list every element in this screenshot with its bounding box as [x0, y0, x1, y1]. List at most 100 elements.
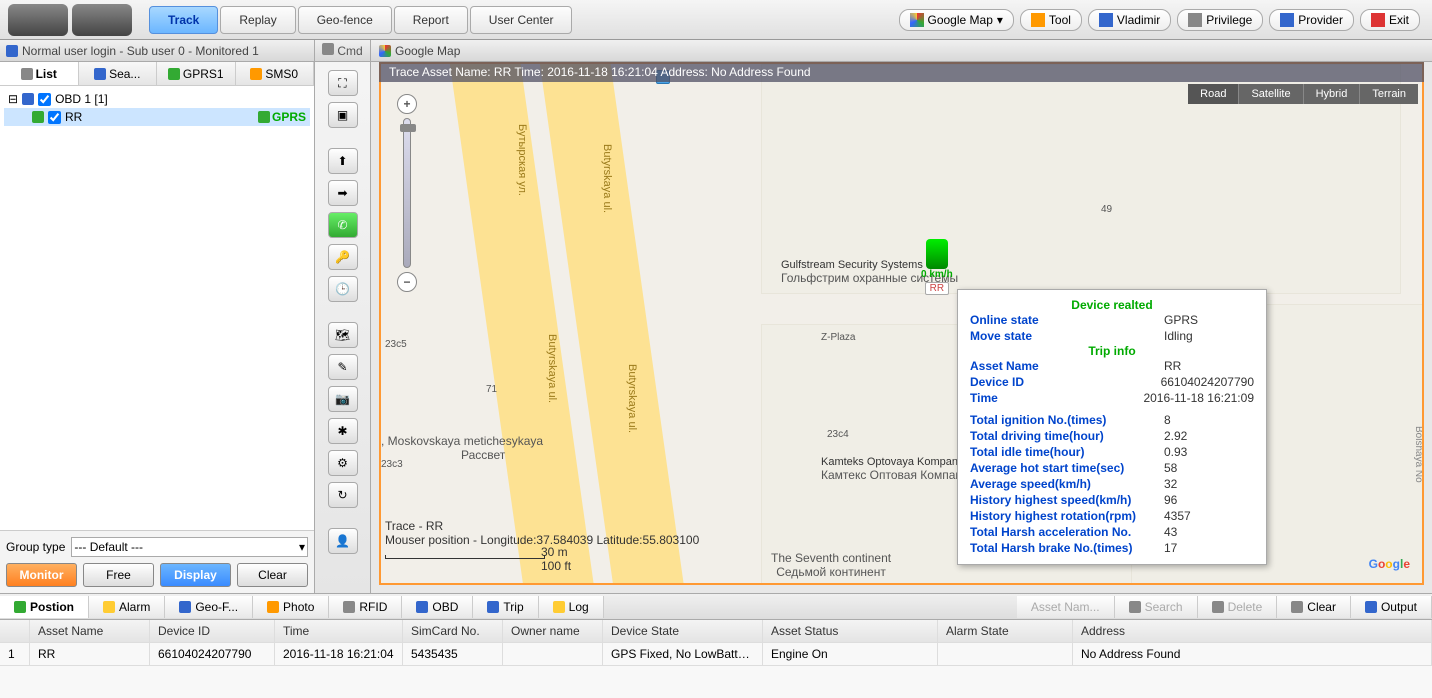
online-state-value: GPRS	[1164, 313, 1254, 327]
asset-checkbox[interactable]	[48, 111, 61, 124]
bottom-tab-trip[interactable]: Trip	[473, 596, 538, 618]
map-type-hybrid[interactable]: Hybrid	[1304, 84, 1361, 104]
alarm-tab-label: Alarm	[119, 600, 150, 614]
idle-time-value: 0.93	[1164, 445, 1254, 459]
popup-section-trip: Trip info	[970, 344, 1254, 358]
col-device-state[interactable]: Device State	[603, 620, 763, 642]
position-icon	[14, 601, 26, 613]
provider-button[interactable]: Provider	[1269, 9, 1354, 31]
trip-tab-label: Trip	[503, 600, 523, 614]
left-tab-sms[interactable]: SMS0	[236, 62, 315, 85]
col-simcard[interactable]: SimCard No.	[403, 620, 503, 642]
cmd-key-icon[interactable]: 🔑	[328, 244, 358, 270]
online-state-label: Online state	[970, 313, 1164, 327]
cmd-upload-icon[interactable]: ⬆	[328, 148, 358, 174]
col-address[interactable]: Address	[1073, 620, 1432, 642]
tab-track[interactable]: Track	[149, 6, 218, 34]
chevron-down-icon: ▾	[299, 540, 305, 554]
tool-icon	[1031, 13, 1045, 27]
cmd-camera-icon[interactable]: 📷	[328, 386, 358, 412]
search-button[interactable]: Search	[1115, 596, 1198, 618]
map-canvas[interactable]: Бутырская ул. Butyrskaya ul. Butyrskaya …	[381, 64, 1422, 583]
tab-geofence[interactable]: Geo-fence	[298, 6, 392, 34]
left-tab-gprs[interactable]: GPRS1	[157, 62, 236, 85]
user-button[interactable]: Vladimir	[1088, 9, 1171, 31]
asset-name-input-partial[interactable]: Asset Nam...	[1017, 596, 1115, 618]
clear-icon	[1291, 601, 1303, 613]
cmd-user-icon[interactable]: 👤	[328, 528, 358, 554]
group-checkbox[interactable]	[38, 93, 51, 106]
tree-collapse-icon[interactable]: ⊟	[8, 92, 18, 106]
col-device-id[interactable]: Device ID	[150, 620, 275, 642]
tab-replay[interactable]: Replay	[220, 6, 295, 34]
bottom-tab-geofence[interactable]: Geo-F...	[165, 596, 253, 618]
col-time[interactable]: Time	[275, 620, 403, 642]
tool-button[interactable]: Tool	[1020, 9, 1082, 31]
delete-button[interactable]: Delete	[1198, 596, 1278, 618]
bottom-tab-log[interactable]: Log	[539, 596, 604, 618]
map-type-terrain[interactable]: Terrain	[1360, 84, 1418, 104]
col-asset-name[interactable]: Asset Name	[30, 620, 150, 642]
cmd-edit-icon[interactable]: ✎	[328, 354, 358, 380]
bottom-tab-obd[interactable]: OBD	[402, 596, 473, 618]
bottom-clear-button[interactable]: Clear	[1277, 596, 1351, 618]
zoom-out-button[interactable]: −	[397, 272, 417, 292]
asset-name-label: Asset Name	[970, 359, 1164, 373]
bottom-tab-alarm[interactable]: Alarm	[89, 596, 165, 618]
cmd-layers-icon[interactable]: ▣	[328, 102, 358, 128]
cmd-clock-icon[interactable]: 🕒	[328, 276, 358, 302]
privilege-button[interactable]: Privilege	[1177, 9, 1263, 31]
col-idx[interactable]	[0, 620, 30, 642]
zoom-slider-thumb[interactable]	[400, 124, 416, 132]
vehicle-marker[interactable]: 0 km/h RR	[921, 239, 953, 295]
bottom-tab-photo[interactable]: Photo	[253, 596, 329, 618]
delete-label: Delete	[1228, 600, 1263, 614]
col-owner[interactable]: Owner name	[503, 620, 603, 642]
output-button[interactable]: Output	[1351, 596, 1432, 618]
col-alarm-state[interactable]: Alarm State	[938, 620, 1073, 642]
cmd-header: Cmd	[315, 40, 370, 62]
cmd-fullscreen-icon[interactable]: ⛶	[328, 70, 358, 96]
zoom-slider-track[interactable]	[403, 118, 411, 268]
exit-button[interactable]: Exit	[1360, 9, 1420, 31]
clear-button[interactable]: Clear	[237, 563, 308, 587]
bottom-tab-position[interactable]: Postion	[0, 596, 89, 618]
group-type-select[interactable]: --- Default --- ▾	[71, 537, 308, 557]
top-right-buttons: Google Map▾ Tool Vladimir Privilege Prov…	[899, 9, 1432, 31]
bottom-tab-rfid[interactable]: RFID	[329, 596, 402, 618]
cell-owner	[503, 643, 603, 665]
google-icon	[379, 45, 391, 57]
cmd-map-icon[interactable]: 🗺	[328, 322, 358, 348]
col-asset-status[interactable]: Asset Status	[763, 620, 938, 642]
tree-asset-row[interactable]: RR GPRS	[4, 108, 310, 126]
cmd-phone-icon[interactable]: ✆	[328, 212, 358, 238]
left-tab-list[interactable]: List	[0, 62, 79, 85]
google-map-dropdown[interactable]: Google Map▾	[899, 9, 1014, 31]
road-label: Butyrskaya ul.	[601, 144, 613, 213]
cmd-settings-icon[interactable]: ⚙	[328, 450, 358, 476]
cmd-refresh-icon[interactable]: ↻	[328, 482, 358, 508]
free-button[interactable]: Free	[83, 563, 154, 587]
monitor-button[interactable]: Monitor	[6, 563, 77, 587]
table-row[interactable]: 1 RR 66104024207790 2016-11-18 16:21:04 …	[0, 643, 1432, 666]
cell-asset: RR	[30, 643, 150, 665]
vehicle-name-badge: RR	[925, 282, 949, 295]
map-type-road[interactable]: Road	[1188, 84, 1239, 104]
signal-icon	[258, 111, 270, 123]
user-status-icon	[6, 45, 18, 57]
display-button[interactable]: Display	[160, 563, 231, 587]
tab-report[interactable]: Report	[394, 6, 468, 34]
left-tab-search[interactable]: Sea...	[79, 62, 158, 85]
list-icon	[21, 68, 33, 80]
map-type-satellite[interactable]: Satellite	[1239, 84, 1303, 104]
scale-imperial: 100 ft	[541, 559, 571, 573]
zoom-in-button[interactable]: +	[397, 94, 417, 114]
user-icon	[1099, 13, 1113, 27]
map-area[interactable]: Бутырская ул. Butyrskaya ul. Butyrskaya …	[379, 62, 1424, 585]
tree-group-row[interactable]: ⊟ OBD 1 [1]	[4, 90, 310, 108]
cmd-forward-icon[interactable]: ➡	[328, 180, 358, 206]
map-header-text: Google Map	[395, 44, 460, 58]
tab-user-center[interactable]: User Center	[470, 6, 573, 34]
cmd-network-icon[interactable]: ✱	[328, 418, 358, 444]
poi-title: Kamteks Optovaya Kompaniya	[821, 456, 975, 468]
